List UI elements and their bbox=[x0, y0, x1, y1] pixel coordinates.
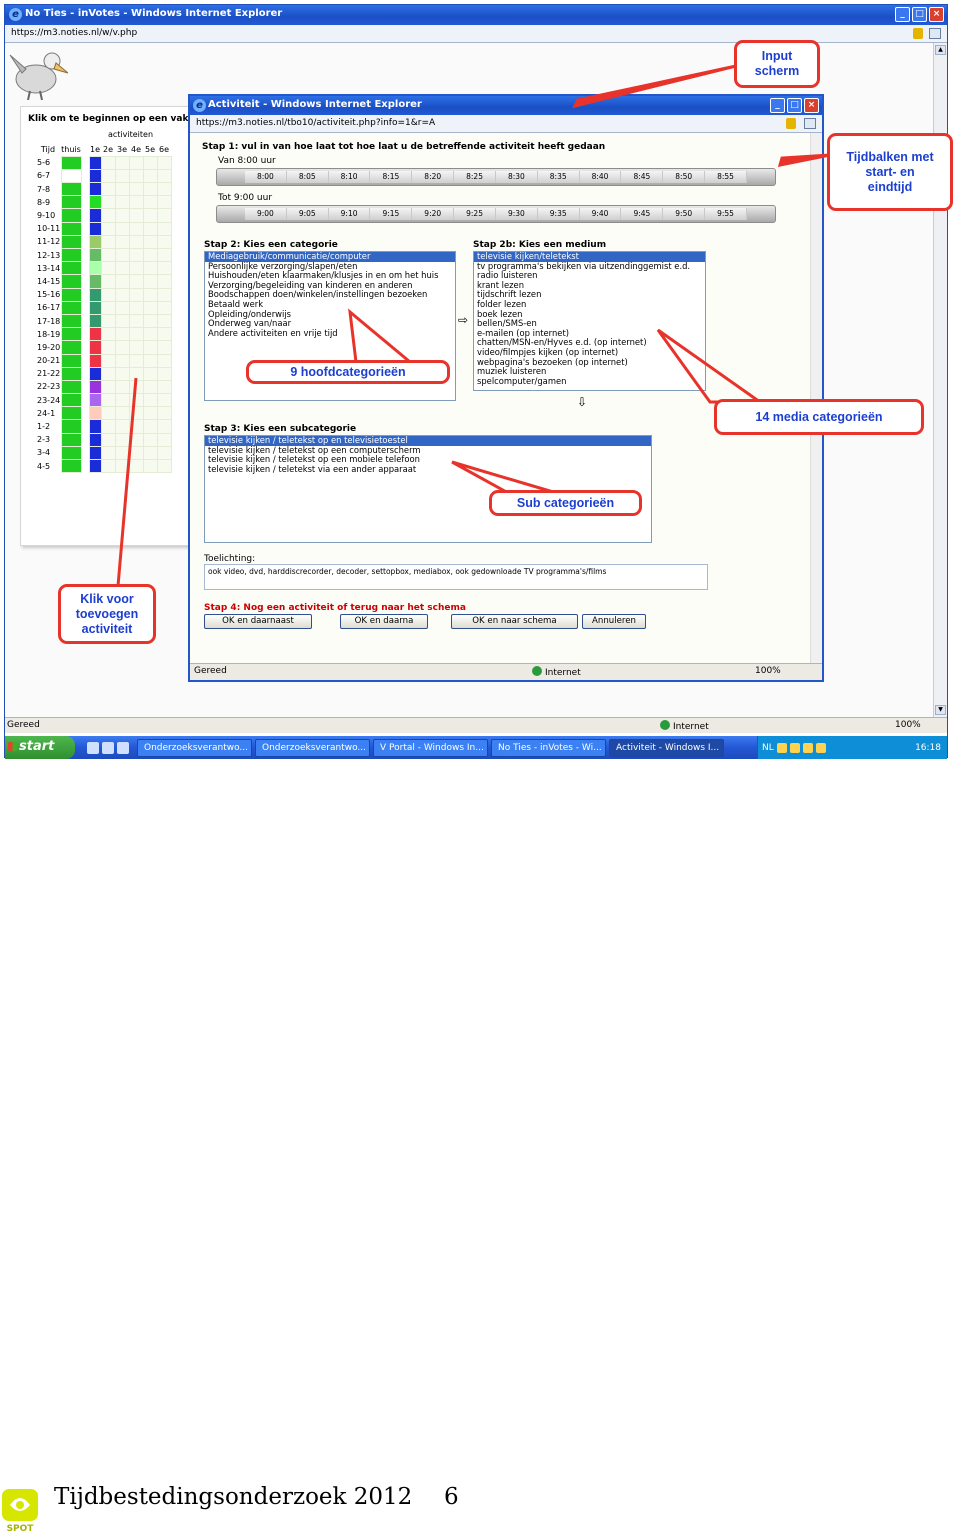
callout-line: scherm bbox=[754, 64, 800, 78]
callout-line: activiteit bbox=[81, 621, 133, 636]
callout-line: toevoegen bbox=[75, 606, 139, 621]
callout-klik-voor: Klik voor toevoegen activiteit bbox=[58, 584, 156, 644]
callout-input-scherm: Input scherm bbox=[734, 40, 820, 88]
callout-line: Input bbox=[761, 49, 793, 63]
pointer-klik-voor bbox=[116, 377, 138, 587]
callout-hoofdcategorieen: 9 hoofdcategorieën bbox=[246, 360, 450, 384]
spot-logo-text: SPOT bbox=[7, 1524, 35, 1533]
callout-line: eindtijd bbox=[867, 179, 913, 194]
callout-tijdbalken: Tijdbalken met start- en eindtijd bbox=[827, 133, 953, 211]
pointer-tijdbalken bbox=[777, 153, 831, 167]
pointer-media bbox=[656, 328, 765, 404]
callout-sub: Sub categorieën bbox=[489, 490, 642, 516]
page-number: 6 bbox=[444, 1484, 459, 1510]
pointer-input-scherm bbox=[572, 64, 737, 109]
pointer-hoofdcategorieen bbox=[348, 308, 415, 364]
annotation-lines bbox=[116, 64, 831, 587]
footer-title: Tijdbestedingsonderzoek 2012 bbox=[54, 1484, 413, 1510]
spot-logo-icon: SPOT bbox=[2, 1489, 38, 1533]
callout-line: start- en bbox=[865, 164, 915, 179]
callout-line: Klik voor bbox=[80, 591, 134, 606]
callout-media: 14 media categorieën bbox=[714, 399, 924, 435]
callout-line: Tijdbalken met bbox=[846, 149, 934, 164]
